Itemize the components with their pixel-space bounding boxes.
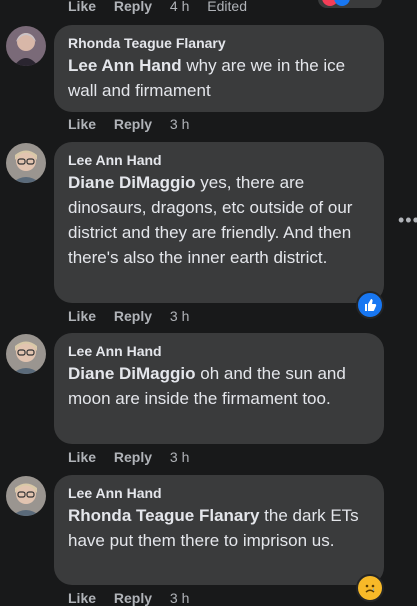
avatar[interactable] <box>6 476 46 516</box>
like-button[interactable]: Like <box>68 449 96 465</box>
timestamp[interactable]: 3 h <box>170 308 189 324</box>
reply-button[interactable]: Reply <box>114 0 152 14</box>
reply-button[interactable]: Reply <box>114 116 152 132</box>
comment-actions: Like Reply 3 h <box>68 449 189 465</box>
comment-bubble: Lee Ann Hand Rhonda Teague Flanary the d… <box>54 475 384 585</box>
timestamp[interactable]: 4 h <box>170 0 189 14</box>
comment-bubble: Lee Ann Hand Diane DiMaggio oh and the s… <box>54 333 384 444</box>
comment-author[interactable]: Lee Ann Hand <box>68 342 370 360</box>
more-horizontal-icon[interactable]: ••• <box>398 210 417 231</box>
avatar[interactable] <box>6 334 46 374</box>
comment-text: Rhonda Teague Flanary the dark ETs have … <box>68 506 359 550</box>
mention-link[interactable]: Lee Ann Hand <box>68 56 182 75</box>
like-button[interactable]: Like <box>68 308 96 324</box>
previous-comment-actions: Like Reply 4 h Edited <box>68 0 247 14</box>
reactions-cluster[interactable] <box>318 0 382 8</box>
avatar[interactable] <box>6 26 46 66</box>
comment-text: Diane DiMaggio oh and the sun and moon a… <box>68 364 346 408</box>
comment-actions: Like Reply 3 h <box>68 308 189 324</box>
comment-author[interactable]: Rhonda Teague Flanary <box>68 34 370 52</box>
timestamp[interactable]: 3 h <box>170 116 189 132</box>
comment-author[interactable]: Lee Ann Hand <box>68 151 370 169</box>
reply-button[interactable]: Reply <box>114 308 152 324</box>
mention-link[interactable]: Diane DiMaggio <box>68 173 196 192</box>
like-button[interactable]: Like <box>68 0 96 14</box>
like-button[interactable]: Like <box>68 116 96 132</box>
timestamp[interactable]: 3 h <box>170 449 189 465</box>
comment-bubble: Lee Ann Hand Diane DiMaggio yes, there a… <box>54 142 384 303</box>
comment-bubble: Rhonda Teague Flanary Lee Ann Hand why a… <box>54 25 384 112</box>
sad-face-icon[interactable] <box>356 574 384 602</box>
thumbs-up-icon <box>334 0 350 6</box>
mention-link[interactable]: Rhonda Teague Flanary <box>68 506 259 525</box>
comment-text: Diane DiMaggio yes, there are dinosaurs,… <box>68 173 353 267</box>
comment-text: Lee Ann Hand why are we in the ice wall … <box>68 56 346 100</box>
reply-button[interactable]: Reply <box>114 449 152 465</box>
mention-link[interactable]: Diane DiMaggio <box>68 364 196 383</box>
thumbs-up-icon[interactable] <box>356 291 384 319</box>
edited-label: Edited <box>207 0 247 14</box>
avatar[interactable] <box>6 143 46 183</box>
comment-author[interactable]: Lee Ann Hand <box>68 484 370 502</box>
comment-actions: Like Reply 3 h <box>68 116 189 132</box>
